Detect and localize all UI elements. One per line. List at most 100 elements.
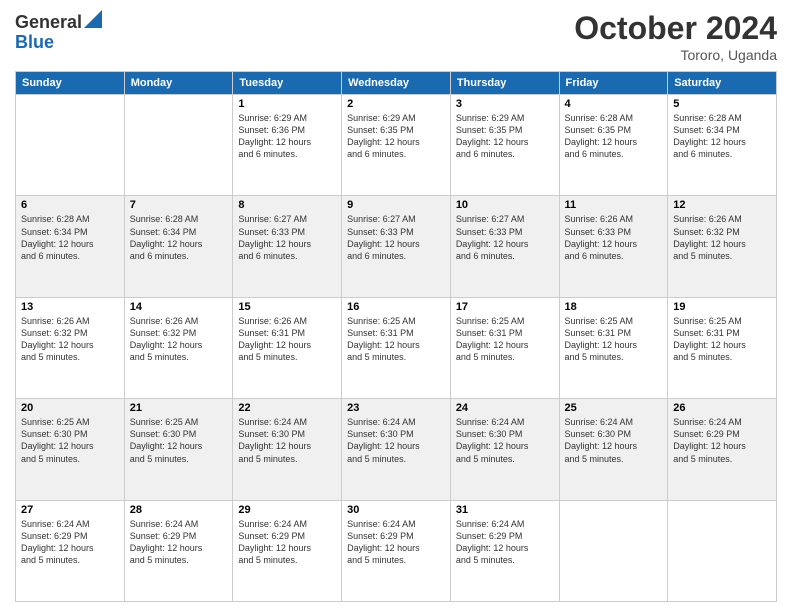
day-number: 10 [456, 199, 554, 211]
header-monday: Monday [124, 72, 233, 95]
day-detail: Sunrise: 6:24 AM Sunset: 6:30 PM Dayligh… [456, 416, 554, 465]
calendar-day-1-4: 10Sunrise: 6:27 AM Sunset: 6:33 PM Dayli… [450, 196, 559, 297]
day-number: 25 [565, 402, 663, 414]
calendar-day-1-6: 12 Sunrise: 6:26 AM Sunset: 6:32 PM Dayli… [668, 196, 777, 297]
day-number: 2 [347, 98, 445, 110]
day-number: 17 [456, 301, 554, 313]
day-number: 11 [565, 199, 663, 211]
day-detail: Sunrise: 6:24 AM Sunset: 6:29 PM Dayligh… [347, 518, 445, 567]
calendar-header-row: Sunday Monday Tuesday Wednesday Thursday… [16, 72, 777, 95]
day-detail: Sunrise: 6:24 AM Sunset: 6:29 PM Dayligh… [673, 416, 771, 465]
day-detail: Sunrise: 6:25 AM Sunset: 6:30 PM Dayligh… [21, 416, 119, 465]
day-detail: Sunrise: 6:24 AM Sunset: 6:29 PM Dayligh… [21, 518, 119, 567]
day-number: 30 [347, 504, 445, 516]
day-number: 19 [673, 301, 771, 313]
calendar-day-2-5: 18 Sunrise: 6:25 AM Sunset: 6:31 PM Dayli… [559, 297, 668, 398]
day-detail: Sunrise: 6:25 AM Sunset: 6:31 PM Dayligh… [347, 315, 445, 364]
day-number: 8 [238, 199, 336, 211]
calendar-day-0-0 [16, 95, 125, 196]
calendar-day-2-1: 14Sunrise: 6:26 AM Sunset: 6:32 PM Dayli… [124, 297, 233, 398]
day-number: 6 [21, 199, 119, 211]
day-number: 3 [456, 98, 554, 110]
calendar-week-2: 6 Sunrise: 6:28 AM Sunset: 6:34 PM Daylig… [16, 196, 777, 297]
day-detail: Sunrise: 6:26 AM Sunset: 6:33 PM Dayligh… [565, 213, 663, 262]
day-detail: Sunrise: 6:26 AM Sunset: 6:31 PM Dayligh… [238, 315, 336, 364]
day-number: 20 [21, 402, 119, 414]
calendar-day-2-4: 17Sunrise: 6:25 AM Sunset: 6:31 PM Dayli… [450, 297, 559, 398]
day-number: 9 [347, 199, 445, 211]
day-number: 13 [21, 301, 119, 313]
calendar-day-4-5 [559, 500, 668, 601]
calendar-day-1-3: 9 Sunrise: 6:27 AM Sunset: 6:33 PM Daylig… [342, 196, 451, 297]
calendar-day-3-6: 26 Sunrise: 6:24 AM Sunset: 6:29 PM Dayli… [668, 399, 777, 500]
calendar-day-1-2: 8Sunrise: 6:27 AM Sunset: 6:33 PM Daylig… [233, 196, 342, 297]
logo-line1: General [15, 10, 102, 33]
page: General Blue October 2024 Tororo, Uganda… [0, 0, 792, 612]
day-detail: Sunrise: 6:24 AM Sunset: 6:30 PM Dayligh… [238, 416, 336, 465]
day-detail: Sunrise: 6:26 AM Sunset: 6:32 PM Dayligh… [673, 213, 771, 262]
day-number: 1 [238, 98, 336, 110]
calendar-day-3-0: 20 Sunrise: 6:25 AM Sunset: 6:30 PM Dayli… [16, 399, 125, 500]
calendar-day-3-4: 24 Sunrise: 6:24 AM Sunset: 6:30 PM Dayli… [450, 399, 559, 500]
calendar-day-2-2: 15 Sunrise: 6:26 AM Sunset: 6:31 PM Dayli… [233, 297, 342, 398]
header: General Blue October 2024 Tororo, Uganda [15, 10, 777, 63]
calendar-day-0-3: 2 Sunrise: 6:29 AM Sunset: 6:35 PM Daylig… [342, 95, 451, 196]
day-detail: Sunrise: 6:24 AM Sunset: 6:29 PM Dayligh… [238, 518, 336, 567]
day-detail: Sunrise: 6:26 AM Sunset: 6:32 PM Dayligh… [21, 315, 119, 364]
day-number: 16 [347, 301, 445, 313]
day-number: 24 [456, 402, 554, 414]
calendar-day-4-4: 31Sunrise: 6:24 AM Sunset: 6:29 PM Dayli… [450, 500, 559, 601]
day-detail: Sunrise: 6:24 AM Sunset: 6:30 PM Dayligh… [565, 416, 663, 465]
calendar-day-0-6: 5 Sunrise: 6:28 AM Sunset: 6:34 PM Daylig… [668, 95, 777, 196]
calendar-week-5: 27 Sunrise: 6:24 AM Sunset: 6:29 PM Dayli… [16, 500, 777, 601]
calendar-day-0-2: 1 Sunrise: 6:29 AM Sunset: 6:36 PM Daylig… [233, 95, 342, 196]
day-number: 31 [456, 504, 554, 516]
location: Tororo, Uganda [574, 47, 777, 63]
calendar-day-3-3: 23Sunrise: 6:24 AM Sunset: 6:30 PM Dayli… [342, 399, 451, 500]
day-detail: Sunrise: 6:29 AM Sunset: 6:36 PM Dayligh… [238, 112, 336, 161]
logo: General Blue [15, 10, 102, 53]
day-number: 23 [347, 402, 445, 414]
calendar-day-0-5: 4 Sunrise: 6:28 AM Sunset: 6:35 PM Daylig… [559, 95, 668, 196]
logo-triangle-icon [84, 10, 102, 28]
calendar-day-1-1: 7 Sunrise: 6:28 AM Sunset: 6:34 PM Daylig… [124, 196, 233, 297]
calendar-day-0-4: 3Sunrise: 6:29 AM Sunset: 6:35 PM Daylig… [450, 95, 559, 196]
calendar-day-4-0: 27 Sunrise: 6:24 AM Sunset: 6:29 PM Dayli… [16, 500, 125, 601]
calendar-day-3-5: 25 Sunrise: 6:24 AM Sunset: 6:30 PM Dayli… [559, 399, 668, 500]
day-number: 29 [238, 504, 336, 516]
day-number: 26 [673, 402, 771, 414]
title-area: October 2024 Tororo, Uganda [574, 10, 777, 63]
header-wednesday: Wednesday [342, 72, 451, 95]
day-number: 7 [130, 199, 228, 211]
calendar-day-2-3: 16 Sunrise: 6:25 AM Sunset: 6:31 PM Dayli… [342, 297, 451, 398]
day-number: 18 [565, 301, 663, 313]
day-number: 27 [21, 504, 119, 516]
calendar-week-3: 13 Sunrise: 6:26 AM Sunset: 6:32 PM Dayli… [16, 297, 777, 398]
calendar-day-3-2: 22Sunrise: 6:24 AM Sunset: 6:30 PM Dayli… [233, 399, 342, 500]
calendar-day-4-1: 28Sunrise: 6:24 AM Sunset: 6:29 PM Dayli… [124, 500, 233, 601]
day-detail: Sunrise: 6:28 AM Sunset: 6:34 PM Dayligh… [21, 213, 119, 262]
day-detail: Sunrise: 6:28 AM Sunset: 6:34 PM Dayligh… [673, 112, 771, 161]
day-number: 12 [673, 199, 771, 211]
logo-line2: Blue [15, 33, 102, 53]
day-number: 4 [565, 98, 663, 110]
header-friday: Friday [559, 72, 668, 95]
day-detail: Sunrise: 6:25 AM Sunset: 6:31 PM Dayligh… [673, 315, 771, 364]
day-detail: Sunrise: 6:27 AM Sunset: 6:33 PM Dayligh… [347, 213, 445, 262]
calendar-day-2-0: 13 Sunrise: 6:26 AM Sunset: 6:32 PM Dayli… [16, 297, 125, 398]
day-detail: Sunrise: 6:25 AM Sunset: 6:30 PM Dayligh… [130, 416, 228, 465]
calendar-day-3-1: 21 Sunrise: 6:25 AM Sunset: 6:30 PM Dayli… [124, 399, 233, 500]
calendar-day-4-6 [668, 500, 777, 601]
calendar-table: Sunday Monday Tuesday Wednesday Thursday… [15, 71, 777, 602]
day-detail: Sunrise: 6:25 AM Sunset: 6:31 PM Dayligh… [565, 315, 663, 364]
day-number: 5 [673, 98, 771, 110]
header-tuesday: Tuesday [233, 72, 342, 95]
day-number: 15 [238, 301, 336, 313]
calendar-day-4-3: 30 Sunrise: 6:24 AM Sunset: 6:29 PM Dayli… [342, 500, 451, 601]
day-detail: Sunrise: 6:28 AM Sunset: 6:34 PM Dayligh… [130, 213, 228, 262]
calendar-day-1-5: 11 Sunrise: 6:26 AM Sunset: 6:33 PM Dayli… [559, 196, 668, 297]
day-detail: Sunrise: 6:24 AM Sunset: 6:29 PM Dayligh… [130, 518, 228, 567]
day-detail: Sunrise: 6:29 AM Sunset: 6:35 PM Dayligh… [347, 112, 445, 161]
day-number: 21 [130, 402, 228, 414]
day-detail: Sunrise: 6:28 AM Sunset: 6:35 PM Dayligh… [565, 112, 663, 161]
